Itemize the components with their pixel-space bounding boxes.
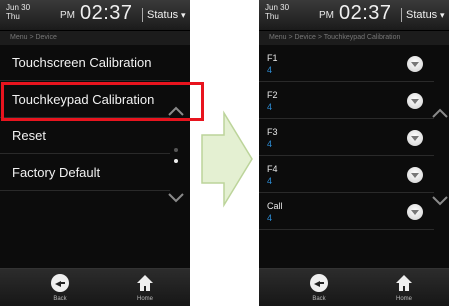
status-separator [142, 8, 143, 22]
status-bar: Jun 30 Thu PM 02:37 Status ▾ [0, 0, 190, 31]
bottom-nav-bar: Back Home [0, 268, 190, 306]
home-icon [396, 275, 412, 291]
scroll-down-icon[interactable] [432, 196, 448, 206]
breadcrumb: Menu > Device [0, 31, 190, 45]
row-name: F3 [267, 127, 278, 137]
home-button[interactable]: Home [115, 269, 175, 306]
row-value: 4 [267, 139, 273, 149]
menu-item-label: Factory Default [12, 165, 101, 180]
status-caret-icon[interactable]: ▾ [440, 10, 445, 21]
device-screen-menu: Jun 30 Thu PM 02:37 Status ▾ Menu > Devi… [0, 0, 190, 306]
calibration-row-call[interactable]: Call 4 [259, 193, 434, 230]
row-value: 4 [267, 213, 273, 223]
home-label: Home [136, 296, 153, 302]
back-button[interactable]: Back [30, 269, 90, 306]
calibration-row-f1[interactable]: F1 4 [259, 45, 434, 82]
home-icon [137, 275, 153, 291]
menu-item-label: Reset [12, 128, 46, 143]
dropdown-icon[interactable] [407, 93, 423, 109]
scroll-down-icon[interactable] [168, 193, 184, 203]
status-menu-button[interactable]: Status [147, 9, 178, 21]
transition-arrow [201, 110, 253, 208]
back-label: Back [312, 296, 326, 302]
back-label: Back [53, 296, 67, 302]
dropdown-icon[interactable] [407, 130, 423, 146]
time-ampm: PM [60, 10, 75, 21]
status-menu-button[interactable]: Status [406, 9, 437, 21]
back-button[interactable]: Back [289, 269, 349, 306]
menu-item-factory-default[interactable]: Factory Default [0, 155, 170, 191]
date-month-day: Jun 30 [265, 3, 290, 12]
row-value: 4 [267, 65, 273, 75]
clock-time: 02:37 [339, 2, 392, 24]
date-weekday: Thu [265, 12, 279, 21]
page-indicator-dot-active [174, 159, 178, 163]
back-icon [51, 274, 69, 292]
row-name: Call [267, 201, 283, 211]
date-weekday: Thu [6, 12, 20, 21]
menu-item-reset[interactable]: Reset [0, 118, 170, 154]
menu-item-label: Touchscreen Calibration [12, 55, 152, 70]
row-name: F2 [267, 90, 278, 100]
status-bar: Jun 30 Thu PM 02:37 Status ▾ [259, 0, 449, 31]
status-caret-icon[interactable]: ▾ [181, 10, 186, 21]
back-icon [310, 274, 328, 292]
date-month-day: Jun 30 [6, 3, 31, 12]
row-name: F4 [267, 164, 278, 174]
dropdown-icon[interactable] [407, 56, 423, 72]
calibration-row-f4[interactable]: F4 4 [259, 156, 434, 193]
menu-item-touchscreen-calibration[interactable]: Touchscreen Calibration [0, 45, 170, 81]
time-ampm: PM [319, 10, 334, 21]
row-value: 4 [267, 102, 273, 112]
row-value: 4 [267, 176, 273, 186]
clock-time: 02:37 [80, 2, 133, 24]
bottom-nav-bar: Back Home [259, 268, 449, 306]
scroll-up-icon[interactable] [432, 108, 448, 118]
dropdown-icon[interactable] [407, 204, 423, 220]
status-separator [401, 8, 402, 22]
page-indicator-dot [174, 148, 178, 152]
calibration-row-f3[interactable]: F3 4 [259, 119, 434, 156]
device-screen-calibration: Jun 30 Thu PM 02:37 Status ▾ Menu > Devi… [259, 0, 449, 306]
calibration-row-f2[interactable]: F2 4 [259, 82, 434, 119]
row-name: F1 [267, 53, 278, 63]
home-label: Home [395, 296, 412, 302]
home-button[interactable]: Home [374, 269, 434, 306]
selection-highlight [1, 82, 204, 121]
dropdown-icon[interactable] [407, 167, 423, 183]
breadcrumb: Menu > Device > Touchkeypad Calibration [259, 31, 449, 45]
